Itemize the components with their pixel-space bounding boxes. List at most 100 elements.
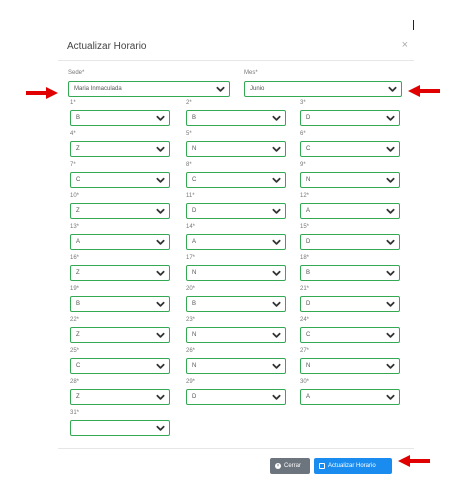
chevron-down-icon xyxy=(156,301,165,307)
day-label: 4* xyxy=(70,131,76,137)
day-label: 10* xyxy=(70,193,80,199)
save-icon xyxy=(319,463,325,469)
day-value: N xyxy=(192,146,197,152)
chevron-down-icon xyxy=(156,363,165,369)
chevron-down-icon xyxy=(216,86,225,92)
chevron-down-icon xyxy=(272,363,281,369)
day-value: A xyxy=(306,208,311,214)
day-select[interactable]: Z xyxy=(70,327,170,343)
day-select[interactable]: A xyxy=(300,389,400,405)
day-label: 22* xyxy=(70,317,80,323)
day-select[interactable]: Z xyxy=(70,389,170,405)
day-value: N xyxy=(192,332,197,338)
day-label: 17* xyxy=(186,255,196,261)
day-select[interactable]: N xyxy=(300,172,400,188)
close-button[interactable]: × Cerrar xyxy=(270,458,310,474)
day-select[interactable]: A xyxy=(186,234,286,250)
day-value: N xyxy=(192,363,197,369)
chevron-down-icon xyxy=(156,425,165,431)
update-schedule-modal: Actualizar Horario × Sede* Maria Inmacul… xyxy=(58,30,414,486)
day-value: Z xyxy=(76,208,80,214)
day-label: 26* xyxy=(186,348,196,354)
update-schedule-button-label: Actualizar Horario xyxy=(328,463,376,469)
day-select[interactable]: A xyxy=(70,234,170,250)
day-select[interactable]: A xyxy=(300,203,400,219)
day-select[interactable]: B xyxy=(70,296,170,312)
day-select[interactable]: N xyxy=(186,327,286,343)
day-label: 19* xyxy=(70,286,80,292)
day-label: 16* xyxy=(70,255,80,261)
close-icon[interactable]: × xyxy=(402,40,408,51)
chevron-down-icon xyxy=(156,115,165,121)
chevron-down-icon xyxy=(272,239,281,245)
day-label: 3* xyxy=(300,100,306,106)
day-value: B xyxy=(192,115,197,121)
day-label: 14* xyxy=(186,224,196,230)
day-label: 8* xyxy=(186,162,192,168)
day-select[interactable]: C xyxy=(70,358,170,374)
day-label: 23* xyxy=(186,317,196,323)
day-select[interactable]: N xyxy=(186,141,286,157)
day-value: A xyxy=(192,239,197,245)
mes-label: Mes* xyxy=(244,70,258,76)
day-value: C xyxy=(76,177,81,183)
day-value: B xyxy=(76,115,81,121)
day-select[interactable]: D xyxy=(300,110,400,126)
day-select[interactable]: C xyxy=(70,172,170,188)
update-schedule-button[interactable]: Actualizar Horario xyxy=(314,458,392,474)
day-select[interactable]: Z xyxy=(70,141,170,157)
chevron-down-icon xyxy=(386,146,395,152)
chevron-down-icon xyxy=(156,239,165,245)
sede-select[interactable]: Maria Inmaculada xyxy=(68,81,230,97)
day-select[interactable]: D xyxy=(300,296,400,312)
close-button-label: Cerrar xyxy=(284,463,302,469)
day-select[interactable]: N xyxy=(300,358,400,374)
chevron-down-icon xyxy=(272,177,281,183)
day-select[interactable]: D xyxy=(186,389,286,405)
header-divider xyxy=(58,60,414,61)
day-select[interactable]: Z xyxy=(70,265,170,281)
day-select[interactable]: N xyxy=(186,265,286,281)
day-label: 13* xyxy=(70,224,80,230)
chevron-down-icon xyxy=(156,177,165,183)
chevron-down-icon xyxy=(386,239,395,245)
day-value: C xyxy=(76,363,81,369)
day-label: 1* xyxy=(70,100,76,106)
day-label: 24* xyxy=(300,317,310,323)
chevron-down-icon xyxy=(156,394,165,400)
day-select[interactable]: D xyxy=(300,234,400,250)
day-select[interactable]: C xyxy=(300,327,400,343)
day-label: 27* xyxy=(300,348,310,354)
chevron-down-icon xyxy=(386,301,395,307)
chevron-down-icon xyxy=(156,332,165,338)
chevron-down-icon xyxy=(386,394,395,400)
day-select[interactable]: B xyxy=(186,296,286,312)
day-value: Z xyxy=(76,394,80,400)
day-label: 31* xyxy=(70,410,80,416)
day-select[interactable]: D xyxy=(186,203,286,219)
mes-select[interactable]: Junio xyxy=(244,81,402,97)
day-select[interactable]: C xyxy=(186,172,286,188)
day-select[interactable]: B xyxy=(186,110,286,126)
chevron-down-icon xyxy=(156,270,165,276)
sede-label: Sede* xyxy=(68,70,85,76)
day-select[interactable]: B xyxy=(300,265,400,281)
day-value: C xyxy=(306,332,311,338)
chevron-down-icon xyxy=(272,115,281,121)
chevron-down-icon xyxy=(386,332,395,338)
day-label: 29* xyxy=(186,379,196,385)
footer-divider xyxy=(58,448,414,449)
times-circle-icon: × xyxy=(275,463,281,469)
day-select[interactable]: B xyxy=(70,110,170,126)
day-value: C xyxy=(192,177,197,183)
day-label: 28* xyxy=(70,379,80,385)
day-select[interactable]: C xyxy=(300,141,400,157)
day-select[interactable]: N xyxy=(186,358,286,374)
day-value: A xyxy=(306,394,311,400)
day-value: N xyxy=(306,177,311,183)
chevron-down-icon xyxy=(272,270,281,276)
day-select[interactable]: Z xyxy=(70,203,170,219)
day-value: D xyxy=(306,239,311,245)
day-select[interactable] xyxy=(70,420,170,436)
day-value: B xyxy=(192,301,197,307)
